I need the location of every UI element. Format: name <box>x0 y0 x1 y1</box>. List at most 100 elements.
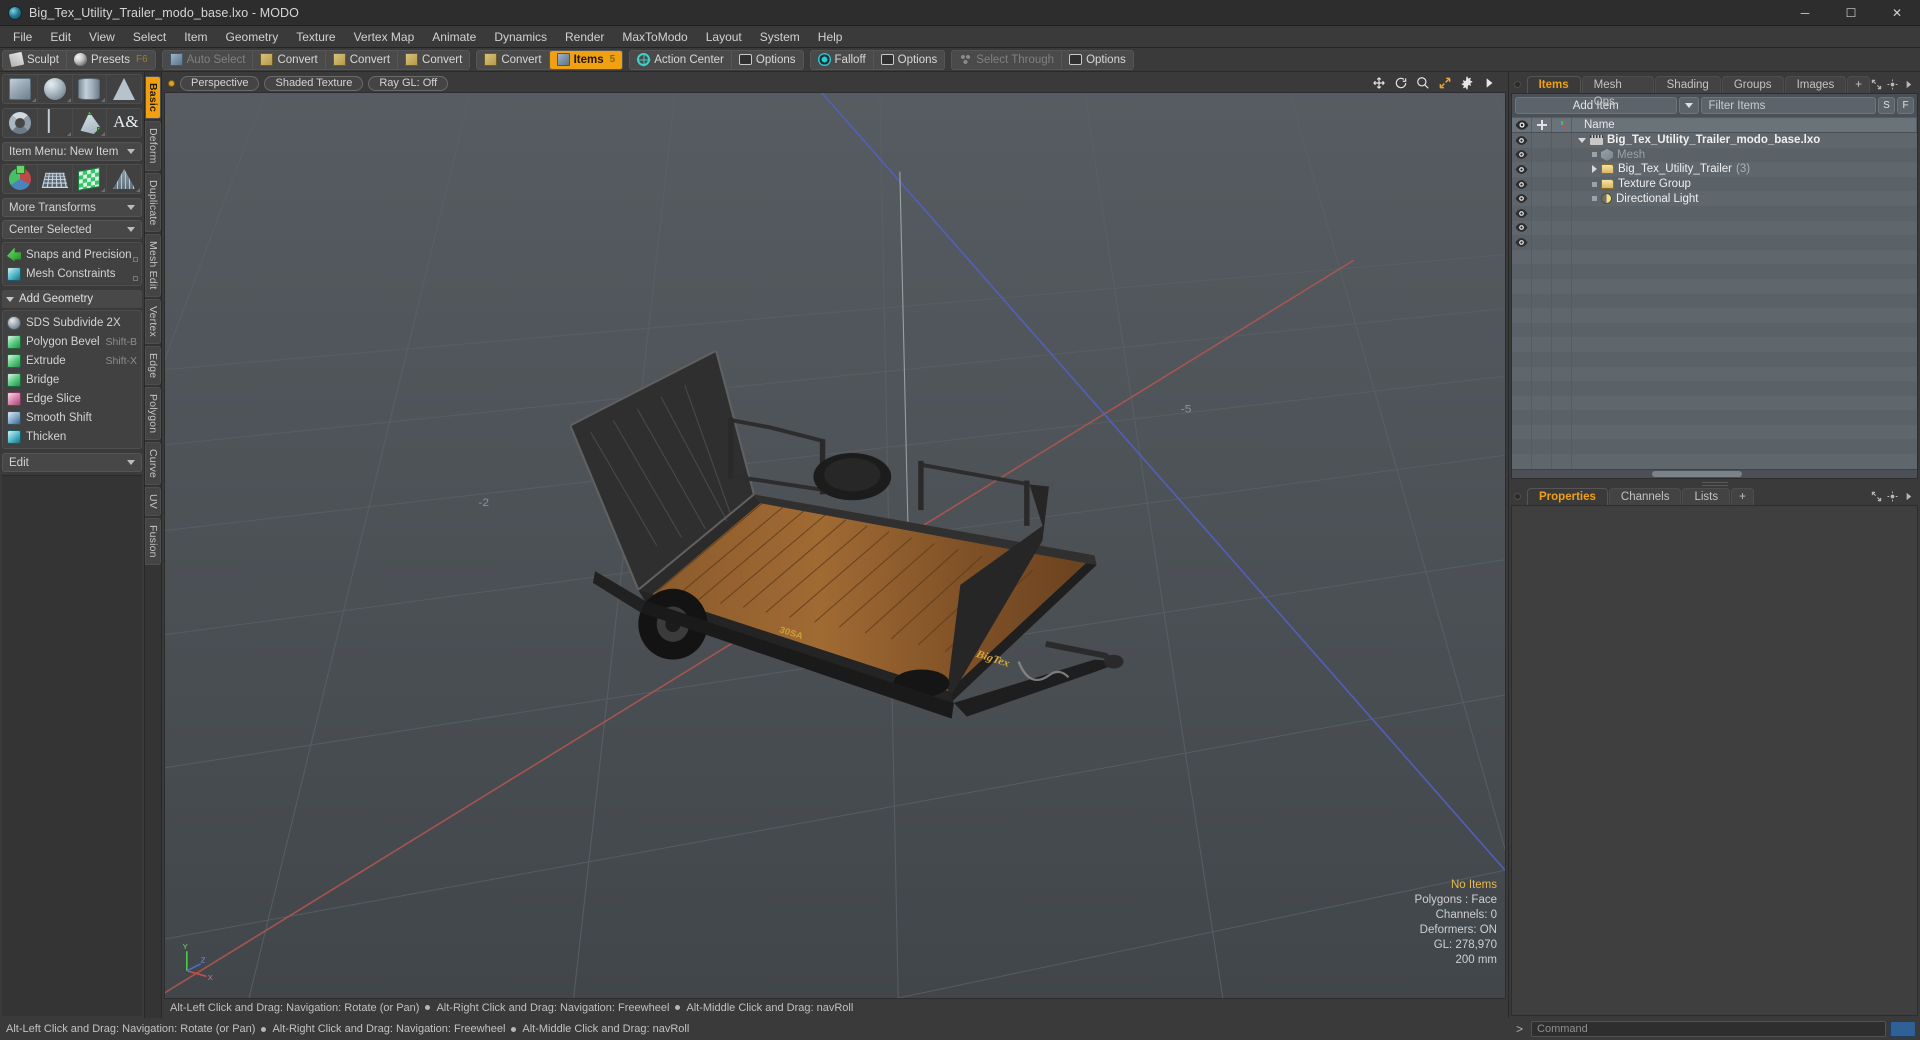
command-run-button[interactable] <box>1890 1021 1916 1037</box>
rotate-icon[interactable] <box>1394 76 1408 90</box>
row-axis-cell[interactable] <box>1552 147 1572 163</box>
tool-tab-fusion[interactable]: Fusion <box>145 518 161 566</box>
chevron-right-icon[interactable] <box>1482 76 1496 90</box>
toolbar-button-convert[interactable]: Convert <box>477 50 550 69</box>
maximize-panel-icon[interactable] <box>1871 491 1882 502</box>
tool-tab-polygon[interactable]: Polygon <box>145 387 161 441</box>
tool-tab-basic[interactable]: Basic <box>145 76 161 120</box>
menu-item-animate[interactable]: Animate <box>423 26 485 48</box>
gear-icon[interactable] <box>1460 76 1474 90</box>
menu-item-select[interactable]: Select <box>124 26 175 48</box>
row-lock-cell[interactable] <box>1532 162 1552 177</box>
menu-item-view[interactable]: View <box>80 26 124 48</box>
item-tree-empty-row[interactable] <box>1512 264 1917 279</box>
row-lock-cell[interactable] <box>1532 147 1552 163</box>
geometry-tool-extrude[interactable]: Extrude Shift-X <box>3 351 141 370</box>
eye-icon[interactable] <box>1515 165 1528 174</box>
toolbar-button-options[interactable]: Options <box>1062 51 1133 69</box>
tab-groups[interactable]: Groups <box>1721 76 1784 93</box>
toolbar-button-action-center[interactable]: Action Center <box>630 50 732 69</box>
toolbar-button-auto-select[interactable]: Auto Select <box>163 50 254 69</box>
eye-icon[interactable] <box>1515 238 1528 247</box>
viewport-raygl-selector[interactable]: Ray GL: Off <box>368 75 449 91</box>
row-visibility-toggle[interactable] <box>1512 366 1532 382</box>
item-tree-empty-row[interactable] <box>1512 249 1917 265</box>
menu-item-item[interactable]: Item <box>175 26 216 48</box>
eye-icon[interactable] <box>1515 179 1528 189</box>
toolbar-button-select-through[interactable]: Select Through <box>952 50 1063 69</box>
tab-items[interactable]: Items <box>1526 76 1581 93</box>
polygon-tool-button[interactable] <box>73 109 108 137</box>
row-visibility-toggle[interactable] <box>1512 322 1532 338</box>
menu-item-layout[interactable]: Layout <box>697 26 751 48</box>
item-tree-empty-row[interactable] <box>1512 410 1917 425</box>
transform-gizmo-button[interactable] <box>3 165 38 193</box>
toolbar-button-options[interactable]: Options <box>732 51 803 69</box>
item-tree-empty-row[interactable] <box>1512 454 1917 469</box>
chevron-down-icon[interactable] <box>1578 137 1586 143</box>
add-item-dropdown-arrow[interactable] <box>1678 97 1699 114</box>
toolbar-button-sculpt[interactable]: Sculpt <box>3 50 67 69</box>
toolbar-button-items[interactable]: Items 5 <box>549 50 623 69</box>
geometry-tool-smooth-shift[interactable]: Smooth Shift <box>3 408 141 427</box>
viewport-projection-selector[interactable]: Perspective <box>180 75 260 91</box>
menu-item-file[interactable]: File <box>4 26 41 48</box>
item-tree-empty-row[interactable] <box>1512 308 1917 323</box>
add-geometry-section-header[interactable]: Add Geometry <box>2 290 142 308</box>
row-axis-cell[interactable] <box>1552 162 1572 177</box>
row-visibility-toggle[interactable] <box>1512 337 1532 352</box>
lock-column-header[interactable] <box>1532 118 1552 132</box>
row-visibility-toggle[interactable] <box>1512 410 1532 425</box>
row-visibility-toggle[interactable] <box>1512 351 1532 367</box>
tool-tab-duplicate[interactable]: Duplicate <box>145 172 161 233</box>
snaps-and-precision-button[interactable]: Snaps and Precision <box>3 245 141 264</box>
item-tree-empty-row[interactable] <box>1512 322 1917 338</box>
row-name-cell[interactable]: Directional Light <box>1572 191 1917 206</box>
more-transforms-dropdown[interactable]: More Transforms <box>2 198 142 217</box>
tab-add[interactable]: + <box>1731 487 1754 505</box>
shear-tool-button[interactable] <box>73 165 108 193</box>
minimize-button[interactable]: ─ <box>1782 0 1828 26</box>
row-visibility-toggle[interactable] <box>1512 439 1532 455</box>
axis-column-header[interactable] <box>1552 118 1572 132</box>
properties-menu-dot[interactable] <box>1514 492 1521 500</box>
cylinder-primitive-button[interactable] <box>73 75 108 103</box>
geometry-tool-bridge[interactable]: Bridge <box>3 370 141 389</box>
item-tree-empty-row[interactable] <box>1512 220 1917 236</box>
row-visibility-toggle[interactable] <box>1512 191 1532 206</box>
tab-properties[interactable]: Properties <box>1527 487 1608 505</box>
panel-menu-icon[interactable] <box>1903 491 1914 502</box>
fit-icon[interactable] <box>1438 76 1452 90</box>
eye-icon[interactable] <box>1515 150 1528 160</box>
row-lock-cell[interactable] <box>1532 133 1552 148</box>
row-axis-cell[interactable] <box>1552 191 1572 206</box>
item-tree-row[interactable]: Directional Light <box>1512 191 1917 206</box>
viewport-menu-dot[interactable] <box>168 79 175 87</box>
row-visibility-toggle[interactable] <box>1512 235 1532 250</box>
tool-tab-curve[interactable]: Curve <box>145 442 161 486</box>
command-input[interactable]: Command <box>1531 1021 1886 1037</box>
item-tree-empty-row[interactable] <box>1512 337 1917 352</box>
menu-item-dynamics[interactable]: Dynamics <box>485 26 556 48</box>
curve-tool-button[interactable]: ⎮ <box>38 109 73 137</box>
row-visibility-toggle[interactable] <box>1512 264 1532 279</box>
sphere-primitive-button[interactable] <box>38 75 73 103</box>
geometry-tool-thicken[interactable]: Thicken <box>3 427 141 446</box>
text-tool-button[interactable]: A& <box>107 109 141 137</box>
row-visibility-toggle[interactable] <box>1512 133 1532 148</box>
menu-item-help[interactable]: Help <box>809 26 852 48</box>
row-lock-cell[interactable] <box>1532 176 1552 192</box>
row-visibility-toggle[interactable] <box>1512 176 1532 192</box>
item-tree-empty-row[interactable] <box>1512 205 1917 221</box>
row-visibility-toggle[interactable] <box>1512 162 1532 177</box>
tab-shading[interactable]: Shading <box>1654 76 1721 93</box>
item-tree-empty-row[interactable] <box>1512 293 1917 309</box>
item-tree-empty-row[interactable] <box>1512 278 1917 294</box>
row-name-cell[interactable]: Texture Group <box>1572 177 1917 192</box>
panel-splitter[interactable] <box>1511 478 1918 486</box>
row-name-cell[interactable]: Mesh <box>1572 148 1917 163</box>
toolbar-button-convert[interactable]: Convert <box>326 50 399 69</box>
item-tree-row[interactable]: Mesh <box>1512 147 1917 163</box>
item-tree-empty-row[interactable] <box>1512 235 1917 250</box>
row-visibility-toggle[interactable] <box>1512 249 1532 265</box>
